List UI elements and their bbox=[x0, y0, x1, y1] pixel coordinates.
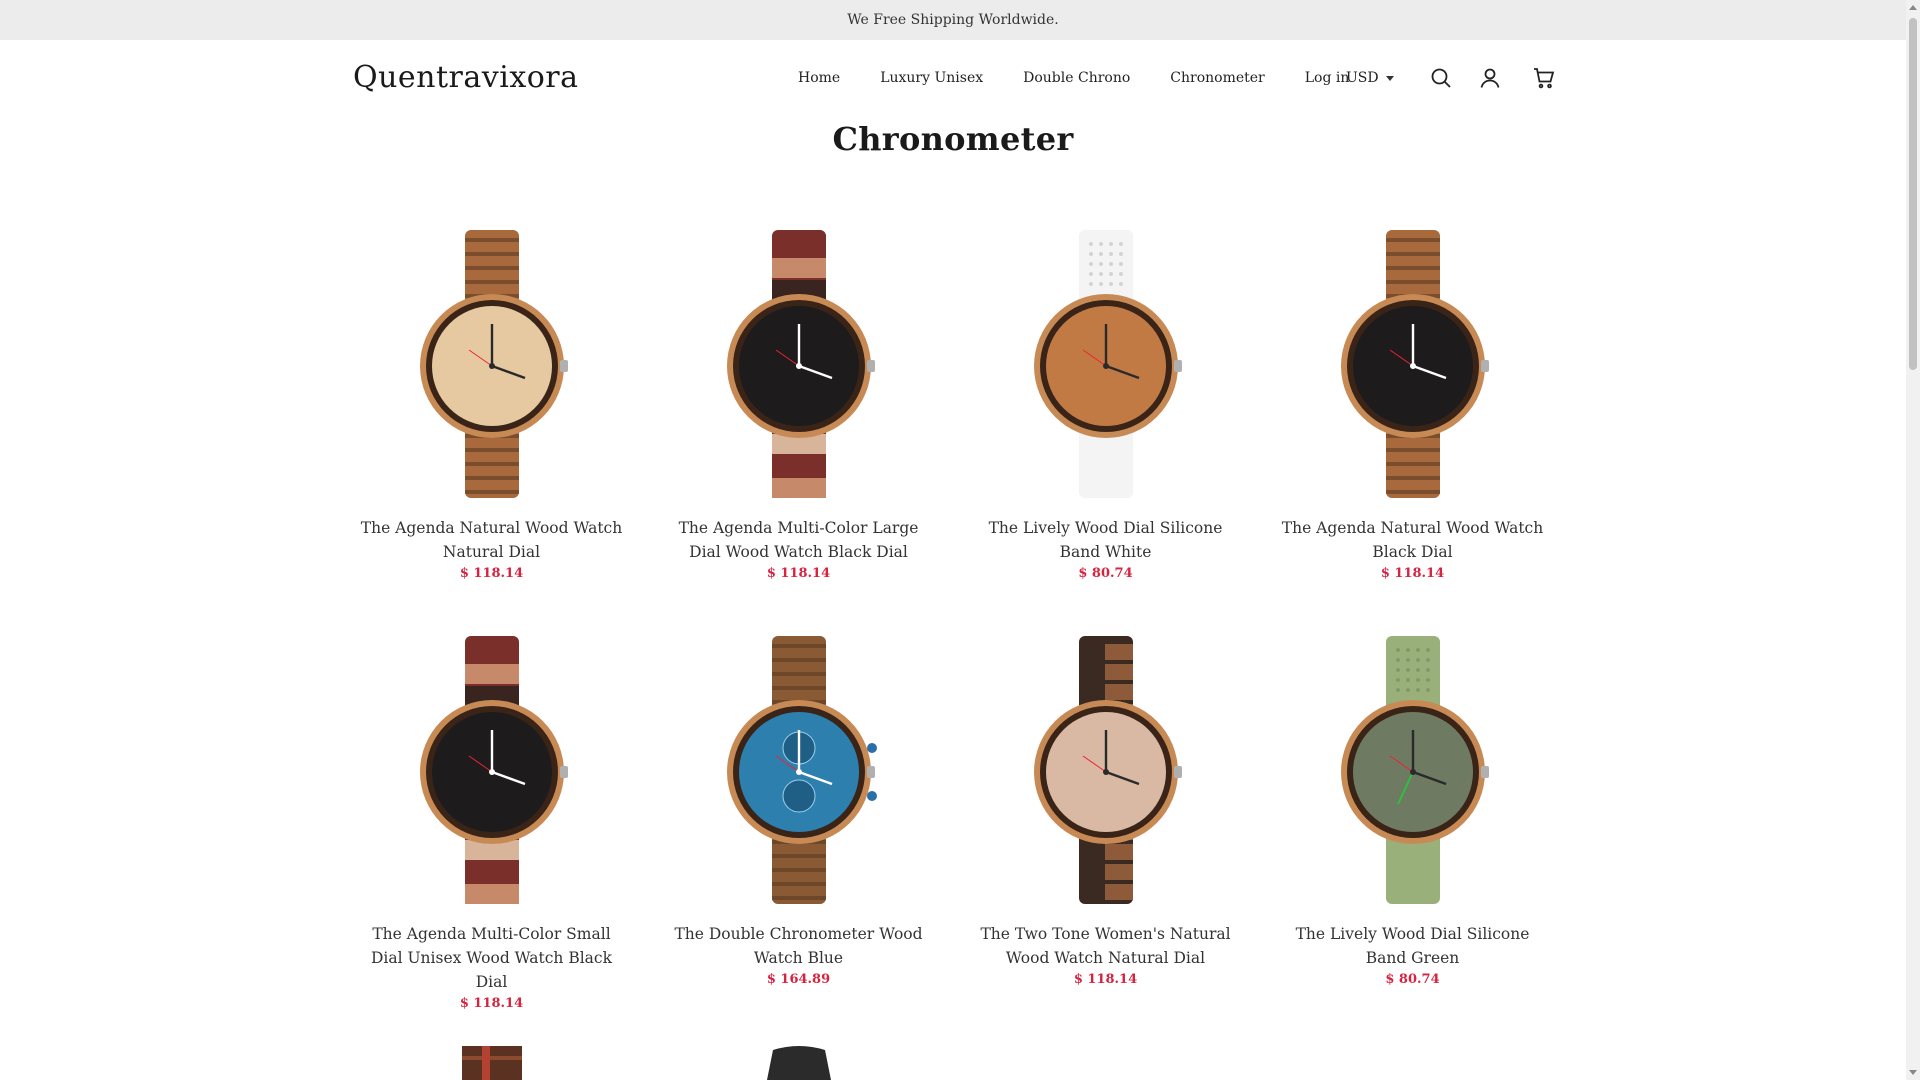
product-card[interactable]: The Lively Wood Dial Silicone Band Green… bbox=[1274, 636, 1551, 1006]
currency-value: USD bbox=[1346, 70, 1379, 86]
product-price: $ 80.74 bbox=[1078, 566, 1133, 581]
nav-luxury-unisex[interactable]: Luxury Unisex bbox=[880, 70, 983, 86]
scroll-thumb[interactable] bbox=[1909, 18, 1917, 370]
product-image[interactable] bbox=[967, 230, 1244, 498]
chevron-down-icon bbox=[1385, 75, 1394, 81]
product-price: $ 118.14 bbox=[1073, 972, 1138, 987]
product-price: $ 118.14 bbox=[459, 996, 524, 1011]
product-name[interactable]: The Lively Wood Dial Silicone Band White bbox=[967, 516, 1244, 564]
product-image[interactable] bbox=[353, 636, 630, 904]
product-price: $ 118.14 bbox=[766, 566, 831, 581]
page: We Free Shipping Worldwide. Quentravixor… bbox=[0, 0, 1920, 1080]
product-card[interactable]: The Two Tone Women's Natural Wood Watch … bbox=[967, 636, 1244, 1006]
scroll-down-icon[interactable] bbox=[1909, 1070, 1917, 1075]
nav-log-in[interactable]: Log in bbox=[1305, 70, 1350, 86]
main-nav: Home Luxury Unisex Double Chrono Chronom… bbox=[798, 70, 1349, 86]
site-header: Quentravixora Home Luxury Unisex Double … bbox=[0, 40, 1906, 120]
product-image[interactable] bbox=[1274, 230, 1551, 498]
product-card[interactable]: The Agenda Natural Wood Watch Black Dial… bbox=[1274, 230, 1551, 600]
announcement-bar: We Free Shipping Worldwide. bbox=[0, 0, 1906, 40]
product-image[interactable] bbox=[353, 230, 630, 498]
product-price: $ 164.89 bbox=[766, 972, 831, 987]
watch-image-4 bbox=[419, 636, 568, 904]
watch-image-5 bbox=[726, 636, 877, 904]
product-name[interactable]: The Agenda Natural Wood Watch Black Dial bbox=[1274, 516, 1551, 564]
nav-home[interactable]: Home bbox=[798, 70, 840, 86]
product-name[interactable]: The Agenda Multi-Color Large Dial Wood W… bbox=[660, 516, 937, 564]
scroll-up-icon[interactable] bbox=[1909, 5, 1917, 10]
watch-image-0 bbox=[419, 230, 568, 498]
store-logo[interactable]: Quentravixora bbox=[353, 60, 579, 95]
watch-image-2 bbox=[1033, 230, 1182, 498]
product-name[interactable]: The Double Chronometer Wood Watch Blue bbox=[660, 922, 937, 970]
watch-image-1 bbox=[726, 230, 875, 498]
product-card[interactable]: The Agenda Natural Wood Watch Natural Di… bbox=[353, 230, 630, 600]
watch-image-3 bbox=[1340, 230, 1489, 498]
nav-chronometer[interactable]: Chronometer bbox=[1170, 70, 1264, 86]
nav-double-chrono[interactable]: Double Chrono bbox=[1023, 70, 1130, 86]
product-card-partial[interactable] bbox=[353, 1046, 630, 1080]
product-card[interactable]: The Double Chronometer Wood Watch Blue $… bbox=[660, 636, 937, 1006]
account-icon[interactable] bbox=[1478, 66, 1502, 90]
product-grid: The Agenda Natural Wood Watch Natural Di… bbox=[353, 230, 1583, 1011]
currency-selector[interactable]: USD bbox=[1346, 70, 1394, 86]
product-card-partial[interactable] bbox=[660, 1046, 937, 1080]
product-name[interactable]: The Two Tone Women's Natural Wood Watch … bbox=[967, 922, 1244, 970]
product-image[interactable] bbox=[660, 636, 937, 904]
product-price: $ 118.14 bbox=[1380, 566, 1445, 581]
product-image[interactable] bbox=[660, 230, 937, 498]
search-icon[interactable] bbox=[1429, 66, 1453, 90]
watch-image-7 bbox=[1340, 636, 1489, 904]
collection-title: Chronometer bbox=[832, 120, 1074, 158]
product-price: $ 118.14 bbox=[459, 566, 524, 581]
product-image[interactable] bbox=[967, 636, 1244, 904]
product-card[interactable]: The Agenda Multi-Color Large Dial Wood W… bbox=[660, 230, 937, 600]
page-scrollbar[interactable] bbox=[1906, 0, 1920, 1080]
product-name[interactable]: The Agenda Multi-Color Small Dial Unisex… bbox=[353, 922, 630, 994]
product-name[interactable]: The Agenda Natural Wood Watch Natural Di… bbox=[353, 516, 630, 564]
product-card[interactable]: The Lively Wood Dial Silicone Band White… bbox=[967, 230, 1244, 600]
watch-image-6 bbox=[1033, 636, 1182, 904]
product-name[interactable]: The Lively Wood Dial Silicone Band Green bbox=[1274, 922, 1551, 970]
product-image[interactable] bbox=[1274, 636, 1551, 904]
product-price: $ 80.74 bbox=[1385, 972, 1440, 987]
product-card[interactable]: The Agenda Multi-Color Small Dial Unisex… bbox=[353, 636, 630, 1011]
cart-icon[interactable] bbox=[1532, 66, 1556, 90]
announcement-text: We Free Shipping Worldwide. bbox=[847, 12, 1059, 28]
